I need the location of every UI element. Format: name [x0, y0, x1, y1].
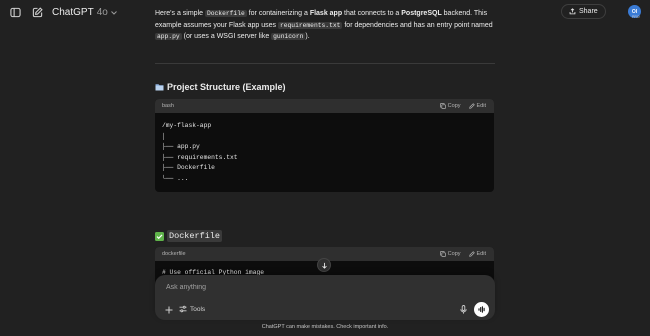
avatar-initials: OI: [631, 8, 638, 15]
model-selector[interactable]: ChatGPT 4o: [52, 7, 117, 18]
tools-label: Tools: [190, 305, 206, 313]
inline-code: requirements.txt: [277, 21, 343, 29]
copy-button[interactable]: Copy: [439, 103, 461, 109]
inline-code: gunicorn: [271, 33, 306, 40]
intro-text: ).: [305, 33, 310, 40]
disclaimer: ChatGPT can make mistakes. Check importa…: [261, 324, 389, 330]
composer: Tools: [155, 275, 495, 320]
dictate-button[interactable]: [458, 304, 468, 315]
check-mark-icon: [155, 231, 164, 241]
section-heading-project-structure: Project Structure (Example): [155, 82, 286, 92]
voice-mode-button[interactable]: [474, 302, 489, 317]
intro-text: for dependencies and has an entry point …: [342, 21, 493, 29]
bold-text: PostgreSQL: [401, 10, 442, 17]
code-content: /my-flask-app │ ├── app.py ├── requireme…: [162, 122, 238, 182]
plus-icon: [165, 306, 172, 313]
intro-paragraph: Here's a simple Dockerfile for container…: [155, 8, 495, 43]
inline-code: app.py: [155, 33, 182, 40]
new-chat-icon[interactable]: [30, 5, 44, 19]
sliders-icon: [179, 305, 187, 313]
code-block-project-structure: bash Copy Edit /my-flask-app │ ├── app.p…: [155, 99, 494, 192]
copy-label: Copy: [447, 251, 461, 257]
copy-label: Copy: [447, 103, 461, 109]
prompt-input[interactable]: [164, 283, 464, 292]
section-title: Project Structure (Example): [167, 82, 286, 92]
copy-icon: [439, 103, 446, 109]
edit-button[interactable]: Edit: [468, 103, 486, 109]
attach-button[interactable]: [164, 305, 173, 314]
edit-icon: [468, 103, 475, 109]
arrow-down-icon: [321, 262, 327, 269]
intro-text: (or uses a WSGI server like: [181, 33, 272, 40]
folder-icon: [155, 83, 164, 91]
code-block-header: bash Copy Edit: [155, 99, 494, 113]
section-title: Dockerfile: [167, 230, 223, 242]
microphone-icon: [459, 305, 467, 314]
scroll-to-bottom-button[interactable]: [317, 258, 331, 272]
tools-button[interactable]: Tools: [179, 303, 205, 315]
share-icon: [569, 8, 576, 15]
share-button[interactable]: Share: [561, 4, 606, 19]
code-language-label: dockerfile: [162, 251, 186, 257]
assistant-message: Here's a simple Dockerfile for container…: [155, 8, 495, 43]
divider: [155, 63, 495, 64]
edit-label: Edit: [476, 103, 486, 109]
inline-code: Dockerfile: [204, 10, 247, 17]
sidebar-toggle-icon[interactable]: [8, 5, 22, 19]
bold-text: Flask app: [309, 10, 343, 17]
intro-text: for containerizing a: [246, 10, 310, 17]
edit-label: Edit: [476, 251, 486, 257]
model-version-label: 4o: [96, 6, 108, 18]
copy-button[interactable]: Copy: [439, 251, 461, 257]
model-name-label: ChatGPT: [52, 6, 94, 18]
waveform-icon: [477, 306, 485, 313]
intro-text: that connects to a: [342, 10, 402, 17]
edit-icon: [468, 251, 475, 257]
plan-badge: PRO: [632, 15, 640, 19]
copy-icon: [439, 251, 446, 257]
code-language-label: bash: [162, 103, 174, 109]
share-label: Share: [579, 8, 598, 15]
edit-button[interactable]: Edit: [468, 251, 486, 257]
chevron-down-icon: [110, 8, 117, 17]
section-heading-dockerfile: Dockerfile: [155, 230, 223, 242]
intro-text: Here's a simple: [155, 10, 205, 17]
